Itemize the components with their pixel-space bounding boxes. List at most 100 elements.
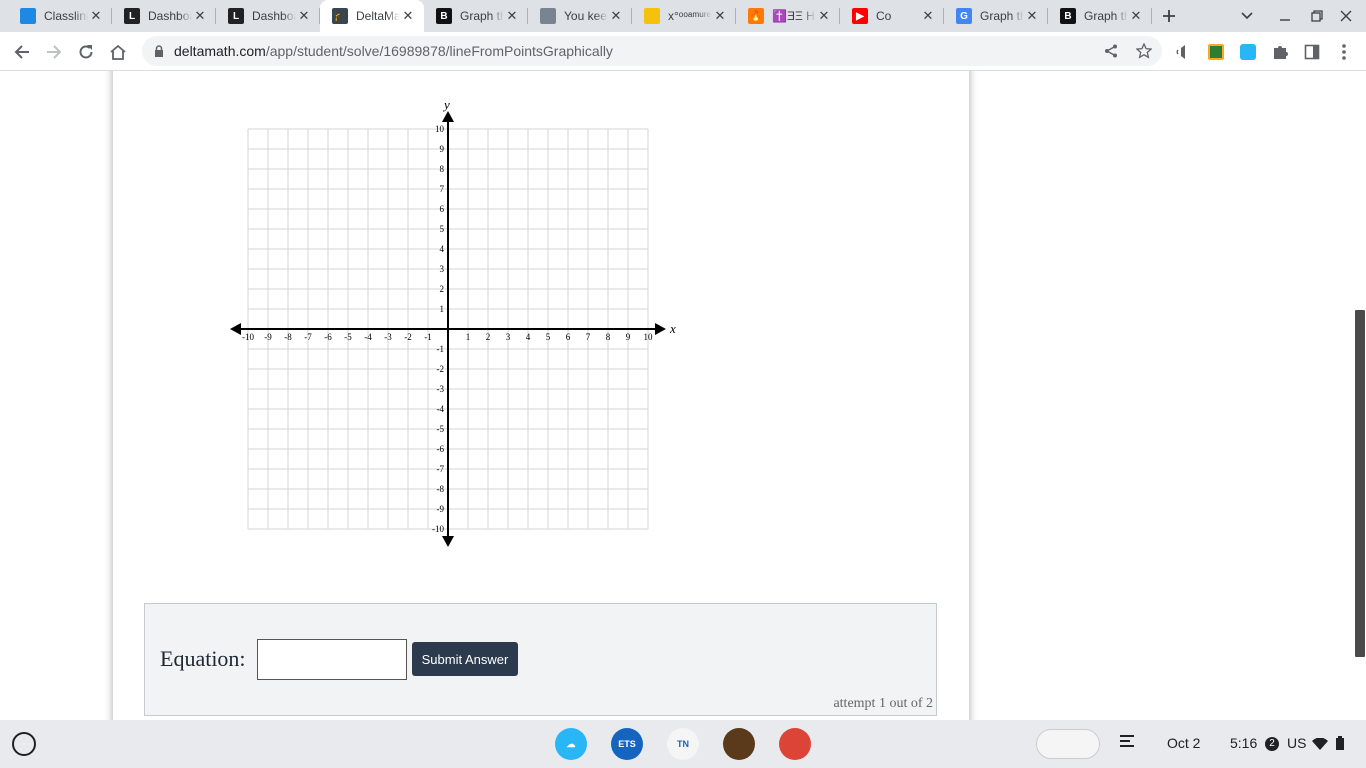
tab-8[interactable]: 🔥 ✝️ƎΞ H ✕ xyxy=(736,0,840,32)
back-button[interactable] xyxy=(8,38,36,66)
tab-5[interactable]: B Graph the line✕ xyxy=(424,0,528,32)
tab-3[interactable]: L Dashboard✕ xyxy=(216,0,320,32)
tab-10[interactable]: G Graph the line✕ xyxy=(944,0,1048,32)
tab-close-icon[interactable]: ✕ xyxy=(504,8,520,24)
tab-6[interactable]: You keep✕ xyxy=(528,0,632,32)
tab-close-icon[interactable]: ✕ xyxy=(1128,8,1144,24)
y-axis-down-arrow xyxy=(442,536,454,547)
chevron-down-icon xyxy=(1241,12,1253,20)
new-tab-button[interactable] xyxy=(1157,4,1181,28)
tab-title: Co xyxy=(876,9,892,23)
status-area[interactable]: 5:16 2 US xyxy=(1220,726,1360,762)
forward-button[interactable] xyxy=(40,38,68,66)
tab-close-icon[interactable]: ✕ xyxy=(192,8,208,24)
home-button[interactable] xyxy=(104,38,132,66)
address-bar[interactable]: deltamath.com/app/student/solve/16989878… xyxy=(142,36,1162,66)
x-tick-label: 9 xyxy=(626,332,631,342)
tab-close-icon[interactable]: ✕ xyxy=(88,8,104,24)
scrollbar-thumb[interactable] xyxy=(1355,310,1365,657)
youtube-icon: ▶ xyxy=(852,8,868,24)
tab-close-icon[interactable]: ✕ xyxy=(296,8,312,24)
y-axis-up-arrow xyxy=(442,111,454,122)
read-aloud-extension[interactable] xyxy=(1170,38,1198,66)
fire-icon: 🔥 xyxy=(748,8,764,24)
restore-button[interactable] xyxy=(1305,4,1329,28)
tab-1[interactable]: Classlink ✕ xyxy=(8,0,112,32)
submit-answer-button[interactable]: Submit Answer xyxy=(412,642,518,676)
holding-space-button[interactable] xyxy=(1036,729,1100,759)
x-tick-label: 7 xyxy=(586,332,591,342)
minimize-icon xyxy=(1280,19,1290,21)
tab-close-icon[interactable]: ✕ xyxy=(816,8,832,24)
y-tick-label: -5 xyxy=(437,424,445,434)
tab-2[interactable]: L Dashboard✕ xyxy=(112,0,216,32)
brainly-icon: B xyxy=(1060,8,1076,24)
y-tick-label: -3 xyxy=(437,384,445,394)
tab-close-icon[interactable]: ✕ xyxy=(400,8,416,24)
x-tick-label: -2 xyxy=(404,332,412,342)
problem-card: -10 -9 -8 -7 -6 -5 -4 -3 -2 -1 1 2 3 4 5 6 7 8 9 10 10 9 8 7 6 5… xyxy=(113,71,969,720)
puzzle-icon xyxy=(1274,46,1288,59)
y-tick-label: -10 xyxy=(432,524,444,534)
striped-app-icon[interactable] xyxy=(723,728,755,760)
y-tick-label: -7 xyxy=(437,464,445,474)
plus-icon xyxy=(1163,10,1175,22)
equation-input[interactable] xyxy=(257,639,407,680)
x-tick-label: -7 xyxy=(304,332,312,342)
minimize-button[interactable] xyxy=(1273,4,1297,28)
y-tick-label: 4 xyxy=(440,244,445,254)
tab-close-icon[interactable]: ✕ xyxy=(1024,8,1040,24)
brainly-icon: B xyxy=(436,8,452,24)
home-icon xyxy=(110,44,126,60)
tab-close-icon[interactable]: ✕ xyxy=(920,8,936,24)
os-shelf: ☁ ETS TN Oct 2 5:16 2 US xyxy=(0,720,1366,768)
chrome-menu-button[interactable] xyxy=(1330,38,1358,66)
share-icon[interactable] xyxy=(1104,44,1118,58)
l-logo-icon: L xyxy=(124,8,140,24)
lock-extension[interactable] xyxy=(1202,38,1230,66)
scrollbar[interactable] xyxy=(1354,71,1366,720)
x-tick-label: -8 xyxy=(284,332,292,342)
answer-panel: Equation: Submit Answer attempt 1 out of… xyxy=(144,603,937,716)
graduation-cap-icon: 🎓 xyxy=(332,8,348,24)
classlink-app-icon[interactable]: ☁ xyxy=(555,728,587,760)
pearson-testnav-app-icon[interactable]: TN xyxy=(667,728,699,760)
y-tick-label: -9 xyxy=(437,504,445,514)
y-tick-label: -1 xyxy=(437,344,445,354)
close-window-button[interactable] xyxy=(1334,4,1358,28)
extensions-button[interactable] xyxy=(1266,38,1294,66)
tab-9[interactable]: ▶ Co ✕ xyxy=(840,0,944,32)
arrow-left-icon xyxy=(14,45,29,59)
tab-close-icon[interactable]: ✕ xyxy=(712,8,728,24)
x-tick-label: -6 xyxy=(324,332,332,342)
side-panel-button[interactable] xyxy=(1298,38,1326,66)
x-tick-label: 1 xyxy=(466,332,471,342)
x-tick-label: 5 xyxy=(546,332,551,342)
clock: 5:16 xyxy=(1230,735,1258,751)
bookmark-star-icon[interactable] xyxy=(1136,43,1152,59)
tab-11[interactable]: B Graph the line✕ xyxy=(1048,0,1152,32)
l-logo-icon: L xyxy=(228,8,244,24)
tab-4[interactable]: 🎓 DeltaMath✕ xyxy=(320,0,424,32)
x-tick-label: -9 xyxy=(264,332,272,342)
ets-app-icon[interactable]: ETS xyxy=(611,728,643,760)
tab-strip: Classlink✕LDashboard✕LDashboard✕🎓DeltaMa… xyxy=(0,0,1366,32)
tab-search-button[interactable] xyxy=(1235,4,1259,28)
classlink-extension[interactable] xyxy=(1234,38,1262,66)
launcher-button[interactable] xyxy=(12,732,36,756)
y-tick-label: -4 xyxy=(437,404,445,414)
url-text: deltamath.com/app/student/solve/16989878… xyxy=(174,43,613,59)
notification-center-button[interactable] xyxy=(1118,732,1142,756)
coordinate-plane[interactable]: -10 -9 -8 -7 -6 -5 -4 -3 -2 -1 1 2 3 4 5 6 7 8 9 10 10 9 8 7 6 5… xyxy=(218,93,678,553)
chrome-app-icon[interactable] xyxy=(779,728,811,760)
tab-close-icon[interactable]: ✕ xyxy=(608,8,624,24)
tab-7[interactable]: x°ᵒᵒᵃᵐᵘʳᵉ ✕ xyxy=(632,0,736,32)
yellow-dot-icon xyxy=(644,8,660,24)
x-tick-label: 8 xyxy=(606,332,611,342)
browser-toolbar: deltamath.com/app/student/solve/16989878… xyxy=(0,32,1366,71)
date-display[interactable]: Oct 2 xyxy=(1167,735,1200,751)
tab-title: Graph the line xyxy=(460,9,504,23)
tab-title: DeltaMath xyxy=(356,9,400,23)
equation-label: Equation: xyxy=(160,646,246,671)
reload-button[interactable] xyxy=(72,38,100,66)
